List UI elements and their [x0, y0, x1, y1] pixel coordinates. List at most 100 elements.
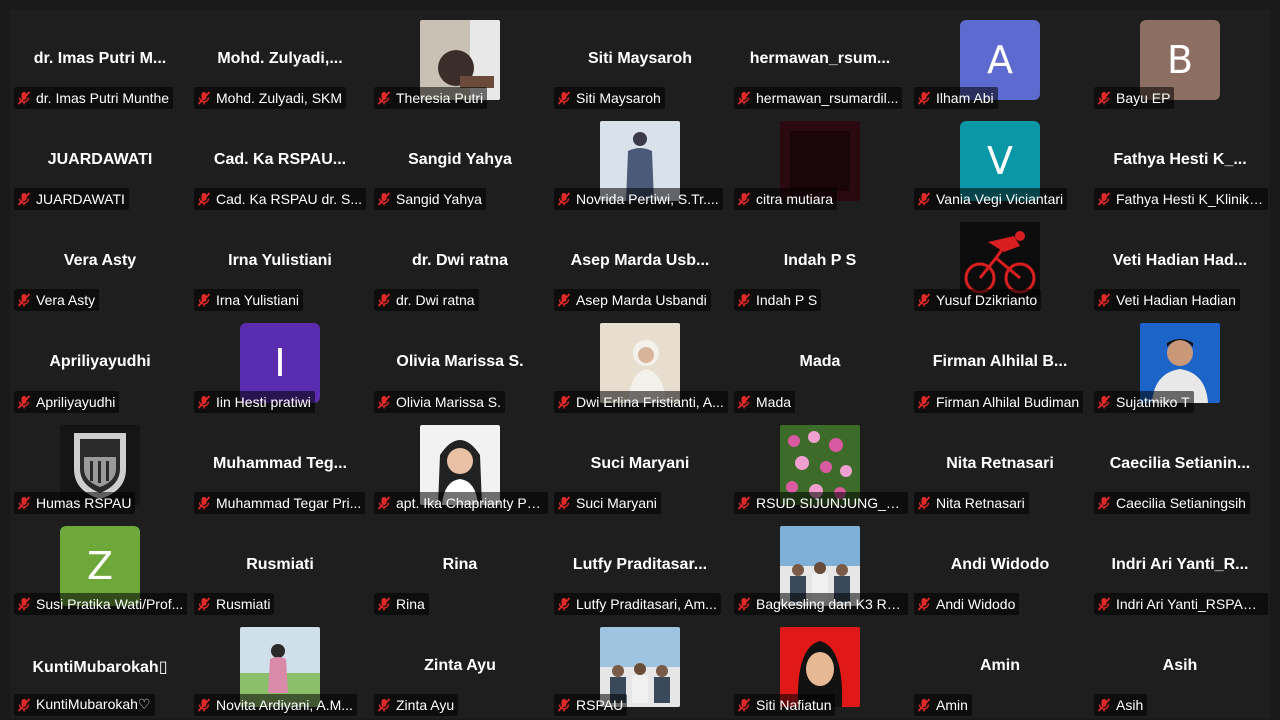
tile-display-name: Zinta Ayu: [424, 656, 496, 674]
participant-tile[interactable]: Indri Ari Yanti_R... Indri Ari Yanti_RSPA…: [1090, 515, 1270, 617]
participant-tile[interactable]: hermawan_rsum... hermawan_rsumardil...: [730, 10, 910, 112]
participant-tile[interactable]: Humas RSPAU: [10, 414, 190, 516]
participant-tile[interactable]: KuntiMubarokah▯ KuntiMubarokah♡: [10, 616, 190, 718]
tile-display-name: Apriliyayudhi: [49, 353, 151, 371]
participant-name: dr. Imas Putri Munthe: [36, 90, 170, 107]
muted-mic-icon: [196, 596, 212, 612]
muted-mic-icon: [16, 394, 32, 410]
muted-mic-icon: [196, 191, 212, 207]
participant-tile[interactable]: Veti Hadian Had... Veti Hadian Hadian: [1090, 212, 1270, 314]
participant-tile[interactable]: Amin Amin: [910, 616, 1090, 718]
participant-name: Yusuf Dzikrianto: [936, 292, 1038, 309]
participant-tile[interactable]: Sangid Yahya Sangid Yahya: [370, 111, 550, 213]
participant-tile[interactable]: Rusmiati Rusmiati: [190, 515, 370, 617]
participant-tile[interactable]: Lutfy Praditasar... Lutfy Praditasari, Am…: [550, 515, 730, 617]
participant-name-label: Mohd. Zulyadi, SKM: [194, 87, 347, 110]
participant-tile[interactable]: dr. Imas Putri M... dr. Imas Putri Munthe: [10, 10, 190, 112]
participant-tile[interactable]: Irna Yulistiani Irna Yulistiani: [190, 212, 370, 314]
participant-tile[interactable]: JUARDAWATI JUARDAWATI: [10, 111, 190, 213]
participant-tile[interactable]: Nita Retnasari Nita Retnasari: [910, 414, 1090, 516]
participant-name-label: Muhammad Tegar Pri...: [194, 491, 366, 514]
participant-name: Novrida Pertiwi, S.Tr....: [576, 191, 719, 208]
participant-tile[interactable]: apt. Ika Chaprianty Pa...: [370, 414, 550, 516]
participant-name-label: Indri Ari Yanti_RSPAU ...: [1094, 592, 1268, 615]
participant-name: Zinta Ayu: [396, 696, 455, 713]
participant-tile[interactable]: A Ilham Abi: [910, 10, 1090, 112]
participant-name: Irna Yulistiani: [216, 292, 300, 309]
participant-tile[interactable]: Yusuf Dzikrianto: [910, 212, 1090, 314]
participant-tile[interactable]: Cad. Ka RSPAU... Cad. Ka RSPAU dr. S...: [190, 111, 370, 213]
participant-name: dr. Dwi ratna: [396, 292, 475, 309]
muted-mic-icon: [916, 596, 932, 612]
participant-tile[interactable]: Z Susi Pratika Wati/Prof...: [10, 515, 190, 617]
participant-name: Veti Hadian Hadian: [1116, 292, 1236, 309]
participant-tile[interactable]: Firman Alhilal B... Firman Alhilal Budima…: [910, 313, 1090, 415]
participant-tile[interactable]: Sujatmiko T: [1090, 313, 1270, 415]
muted-mic-icon: [376, 90, 392, 106]
participant-tile[interactable]: Zinta Ayu Zinta Ayu: [370, 616, 550, 718]
tile-display-name: Indri Ari Yanti_R...: [1111, 555, 1249, 573]
participant-name: RSPAU: [576, 696, 624, 713]
participant-tile[interactable]: Mohd. Zulyadi,... Mohd. Zulyadi, SKM: [190, 10, 370, 112]
participant-tile[interactable]: Mada Mada: [730, 313, 910, 415]
participant-tile[interactable]: dr. Dwi ratna dr. Dwi ratna: [370, 212, 550, 314]
tile-display-name: hermawan_rsum...: [749, 50, 891, 67]
tile-display-name: Mohd. Zulyadi,...: [217, 50, 343, 67]
muted-mic-icon: [556, 90, 572, 106]
participant-tile[interactable]: Suci Maryani Suci Maryani: [550, 414, 730, 516]
participant-name-label: Susi Pratika Wati/Prof...: [14, 592, 188, 615]
muted-mic-icon: [196, 292, 212, 308]
tile-display-name: Lutfy Praditasar...: [572, 555, 708, 573]
participant-name-label: Siti Nafiatun: [734, 693, 836, 716]
muted-mic-icon: [16, 191, 32, 207]
muted-mic-icon: [736, 596, 752, 612]
muted-mic-icon: [1096, 191, 1112, 207]
participant-tile[interactable]: Indah P S Indah P S: [730, 212, 910, 314]
participant-name-label: Sujatmiko T: [1094, 390, 1194, 413]
participant-tile[interactable]: Asep Marda Usb... Asep Marda Usbandi: [550, 212, 730, 314]
tile-display-name: KuntiMubarokah▯: [32, 658, 168, 676]
participant-name-label: apt. Ika Chaprianty Pa...: [374, 491, 548, 514]
participant-name-label: Lutfy Praditasari, Am...: [554, 592, 721, 615]
participant-tile[interactable]: Muhammad Teg... Muhammad Tegar Pri...: [190, 414, 370, 516]
participant-tile[interactable]: RSUD SIJUNJUNG_YU...: [730, 414, 910, 516]
participant-tile[interactable]: citra mutiara: [730, 111, 910, 213]
participant-name: Ilham Abi: [936, 90, 994, 107]
participant-tile[interactable]: I Iin Hesti pratiwi: [190, 313, 370, 415]
participant-tile[interactable]: V Vania Vegi Viciantari: [910, 111, 1090, 213]
participant-tile[interactable]: Dwi Erlina Fristianti, A...: [550, 313, 730, 415]
participant-name-label: Veti Hadian Hadian: [1094, 289, 1240, 312]
tile-display-name: Mada: [799, 353, 841, 371]
participant-tile[interactable]: Caecilia Setianin... Caecilia Setianingsi…: [1090, 414, 1270, 516]
participant-tile[interactable]: Fathya Hesti K_... Fathya Hesti K_Klinik …: [1090, 111, 1270, 213]
participant-tile[interactable]: RSPAU: [550, 616, 730, 718]
tile-display-name: Andi Widodo: [950, 555, 1050, 573]
participant-tile[interactable]: Vera Asty Vera Asty: [10, 212, 190, 314]
muted-mic-icon: [376, 191, 392, 207]
participant-name-label: Asep Marda Usbandi: [554, 289, 711, 312]
participant-tile[interactable]: Apriliyayudhi Apriliyayudhi: [10, 313, 190, 415]
participant-tile[interactable]: Andi Widodo Andi Widodo: [910, 515, 1090, 617]
muted-mic-icon: [196, 90, 212, 106]
participant-tile[interactable]: Olivia Marissa S. Olivia Marissa S.: [370, 313, 550, 415]
participant-name: Indah P S: [756, 292, 818, 309]
participant-name-label: Fathya Hesti K_Klinik ...: [1094, 188, 1268, 211]
tile-display-name: Irna Yulistiani: [228, 252, 332, 270]
participant-tile[interactable]: B Bayu EP: [1090, 10, 1270, 112]
participant-tile[interactable]: Siti Maysaroh Siti Maysaroh: [550, 10, 730, 112]
muted-mic-icon: [916, 90, 932, 106]
participant-tile[interactable]: Theresia Putri: [370, 10, 550, 112]
participant-tile[interactable]: Novita Ardiyani, A.M...: [190, 616, 370, 718]
participant-name-label: Indah P S: [734, 289, 822, 312]
participant-name: Firman Alhilal Budiman: [936, 393, 1080, 410]
participant-tile[interactable]: Bagkesling dan K3 RS...: [730, 515, 910, 617]
muted-mic-icon: [916, 394, 932, 410]
participant-name: Asih: [1116, 696, 1144, 713]
participant-name: citra mutiara: [756, 191, 834, 208]
participant-name: hermawan_rsumardil...: [756, 90, 899, 107]
participant-tile[interactable]: Rina Rina: [370, 515, 550, 617]
participant-name-label: Mada: [734, 390, 796, 413]
participant-tile[interactable]: Asih Asih: [1090, 616, 1270, 718]
participant-tile[interactable]: Siti Nafiatun: [730, 616, 910, 718]
participant-tile[interactable]: Novrida Pertiwi, S.Tr....: [550, 111, 730, 213]
